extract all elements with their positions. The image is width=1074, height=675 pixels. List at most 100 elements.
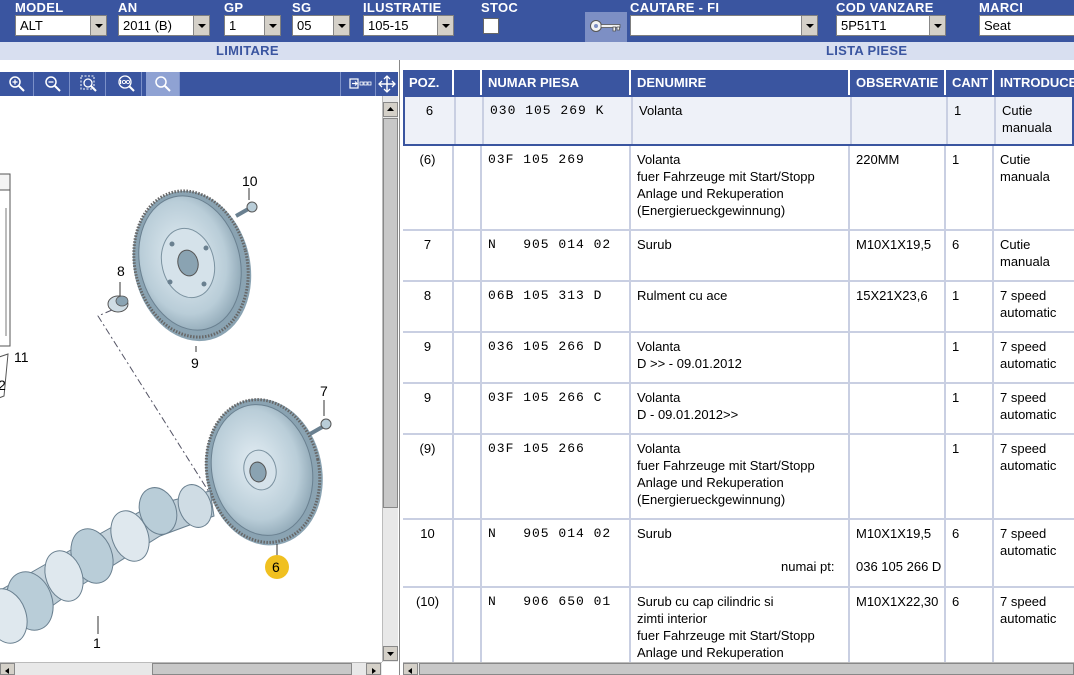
denumire-line: fuer Fahrzeuge mit Start/Stopp [637,458,815,473]
col-header-denumire[interactable]: DENUMIRE [631,70,850,95]
col-header-cant[interactable]: CANT [946,70,994,95]
cell-introduce: 7 speed automatic [994,282,1074,331]
ilustratie-select[interactable]: 105-15 [363,15,454,36]
introduce-line: Cutie [1000,152,1031,167]
marci-select[interactable]: Seat [979,15,1074,36]
zoom-window-button[interactable] [72,72,106,96]
scroll-left-button[interactable] [403,663,418,675]
chevron-down-icon[interactable] [333,16,349,35]
col-header-poz[interactable]: POZ. [403,70,454,95]
zoom-out-button[interactable] [36,72,70,96]
cell-numar: N 905 014 02 [482,231,631,280]
table-row[interactable]: 7 N 905 014 02 Surub M10X1X19,5 6 Cutie manual… [403,231,1074,282]
stoc-label: STOC [481,0,519,15]
scroll-left-button[interactable] [0,663,15,675]
chevron-down-icon[interactable] [264,16,280,35]
an-select[interactable]: 2011 (B) [118,15,210,36]
cautare-select[interactable] [630,15,818,36]
table-body: 6 030 105 269 K Volanta 1 Cutie manuala (6) 03F… [403,95,1074,662]
observatie-value: 220MM [856,152,900,167]
model-select[interactable]: ALT [15,15,107,36]
poz-value: (10) [415,594,440,609]
cell-blank [454,231,482,280]
scroll-down-button[interactable] [383,646,398,661]
chevron-down-icon[interactable] [801,16,817,35]
fit-view-button[interactable] [340,72,376,96]
zoom-in-button[interactable] [0,72,34,96]
scroll-up-button[interactable] [383,102,398,117]
chevron-down-icon[interactable] [437,16,453,35]
illustration-panel: 10 8 9 11 2 7 6 1 [0,60,400,675]
hscroll-thumb[interactable] [419,663,1074,675]
cell-denumire: Volanta D >> - 09.01.2012 [631,333,850,382]
denumire-line: Anlage und Rekuperation [637,186,784,201]
key-button[interactable] [585,12,627,42]
callout-9[interactable]: 9 [191,355,199,371]
introduce-line: 7 speed [1000,594,1047,609]
callout-11[interactable]: 11 [14,349,29,365]
chevron-down-icon[interactable] [193,16,209,35]
cell-numar: 06B 105 313 D [482,282,631,331]
cell-cant: 1 [946,384,994,433]
callout-6[interactable]: 6 [272,559,280,575]
denumire-line: D >> - 09.01.2012 [637,356,742,371]
table-row[interactable]: 10 N 905 014 02 Surub M10X1X19,5 6 7 speed aut… [403,520,1074,588]
table-row[interactable]: 8 06B 105 313 D Rulment cu ace 15X21X23,6 1 7… [403,282,1074,333]
limitare-title: LIMITARE [216,43,279,58]
cell-blank [454,333,482,382]
parts-illustration[interactable]: 10 8 9 11 2 7 6 1 [0,96,382,662]
chevron-down-icon[interactable] [90,16,106,35]
cant-value: 1 [954,103,962,118]
table-row[interactable]: 9 036 105 266 D Volanta D >> - 09.01.2012 1 7… [403,333,1074,384]
denumire-line: Volanta [637,441,681,456]
cell-introduce: Cutie manuala [994,146,1074,229]
callout-2[interactable]: 2 [0,377,6,393]
denumire-line: fuer Fahrzeuge mit Start/Stopp [637,628,815,643]
numar-value: 03F 105 269 [488,152,585,167]
illustration-horizontal-scrollbar[interactable] [0,662,382,675]
table-row[interactable]: (9) 03F 105 266 Volanta fuer Fahrzeuge mit … [403,435,1074,520]
cell-numar: N 905 014 02 [482,520,631,586]
hscroll-thumb[interactable] [152,663,352,675]
sg-filter: SG 05 [292,0,350,42]
cod-vanzare-select[interactable]: 5P51T1 [836,15,946,36]
col-header-introduce[interactable]: INTRODUCE [994,70,1074,95]
cell-blank [454,384,482,433]
table-row[interactable]: 6 030 105 269 K Volanta 1 Cutie manuala [403,95,1074,146]
callout-1[interactable]: 1 [93,635,101,651]
denumire-line: Rulment cu ace [637,288,728,303]
cant-value: 1 [952,152,960,167]
col-header-numar-piesa[interactable]: NUMAR PIESA [482,70,631,95]
scroll-right-button[interactable] [366,663,381,675]
callout-10[interactable]: 10 [242,173,258,189]
cell-cant: 1 [946,282,994,331]
cell-introduce: Cutie manuala [994,231,1074,280]
parts-catalog-app: MODEL ALT AN 2011 (B) GP 1 SG 05 ILUSTRA… [0,0,1074,675]
magnifier-icon [155,76,171,92]
col-header-observatie[interactable]: OBSERVATIE [850,70,946,95]
cell-denumire: Volanta fuer Fahrzeuge mit Start/Stopp Anl… [631,435,850,518]
poz-value: 6 [425,103,434,118]
table-row[interactable]: 9 03F 105 266 C Volanta D - 09.01.2012>> 1 7 … [403,384,1074,435]
table-row[interactable]: (6) 03F 105 269 Volanta fuer Fahrzeuge mit … [403,146,1074,231]
illustration-vertical-scrollbar[interactable] [382,96,398,662]
callout-8[interactable]: 8 [117,263,125,279]
cant-value: 1 [952,288,960,303]
observatie-value: M10X1X19,5 [856,526,932,541]
table-row[interactable]: (10) N 906 650 01 Surub cu cap cilindric s… [403,588,1074,662]
poz-value: (6) [419,152,436,167]
cell-numar: 03F 105 269 [482,146,631,229]
pan-button[interactable] [377,72,398,96]
gp-select[interactable]: 1 [224,15,281,36]
table-horizontal-scrollbar[interactable] [403,662,1074,675]
scroll-thumb[interactable] [383,118,398,508]
sg-select[interactable]: 05 [292,15,350,36]
zoom-select-button[interactable] [146,72,180,96]
stoc-checkbox[interactable] [483,18,499,34]
zoom-100-button[interactable] [108,72,142,96]
observatie-value: 15X21X23,6 [856,288,928,303]
chevron-down-icon[interactable] [929,16,945,35]
introduce-line: automatic [1000,543,1057,558]
callout-7[interactable]: 7 [320,383,328,399]
cell-observatie: M10X1X22,30 [850,588,946,662]
